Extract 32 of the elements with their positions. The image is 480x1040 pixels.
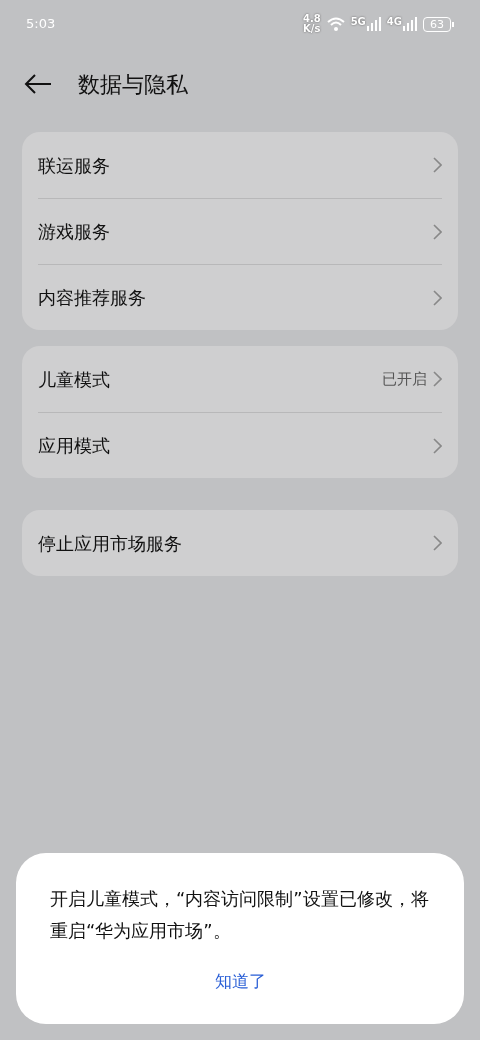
- row-value: 已开启: [382, 368, 427, 390]
- signal-icon: [403, 17, 417, 31]
- row-label: 联运服务: [38, 153, 110, 178]
- settings-row[interactable]: 儿童模式 已开启: [38, 346, 442, 412]
- dialog-message: 开启儿童模式，“内容访问限制”设置已修改，将重启“华为应用市场”。: [50, 886, 430, 943]
- row-label: 内容推荐服务: [38, 286, 146, 310]
- chevron-right-icon: [433, 371, 442, 387]
- chevron-right-icon: [433, 223, 442, 240]
- settings-row[interactable]: 联运服务: [38, 132, 442, 198]
- row-label: 游戏服务: [38, 220, 110, 244]
- chevron-right-icon: [433, 535, 442, 551]
- settings-row[interactable]: 停止应用市场服务: [38, 510, 442, 576]
- speed-value: 4.8: [302, 14, 321, 24]
- network-label: 4G: [386, 17, 402, 27]
- chevron-right-icon: [433, 289, 442, 306]
- status-time: 5:03: [26, 15, 56, 34]
- battery-indicator: 63: [423, 16, 451, 32]
- chevron-right-icon: [433, 157, 442, 173]
- settings-row[interactable]: 应用模式: [38, 412, 442, 478]
- back-arrow-icon[interactable]: [24, 74, 52, 94]
- page-title: 数据与隐私: [78, 70, 188, 99]
- row-label: 停止应用市场服务: [38, 531, 182, 556]
- signal-icon: [366, 17, 381, 31]
- settings-row[interactable]: 内容推荐服务: [38, 264, 442, 330]
- network-label: 5G: [350, 17, 366, 27]
- chevron-right-icon: [433, 437, 442, 454]
- row-label: 儿童模式: [38, 367, 110, 392]
- confirm-button[interactable]: 知道了: [214, 968, 266, 994]
- settings-row[interactable]: 游戏服务: [38, 198, 442, 264]
- row-label: 应用模式: [38, 434, 110, 458]
- speed-unit: K/s: [303, 24, 321, 34]
- wifi-icon: [326, 17, 345, 31]
